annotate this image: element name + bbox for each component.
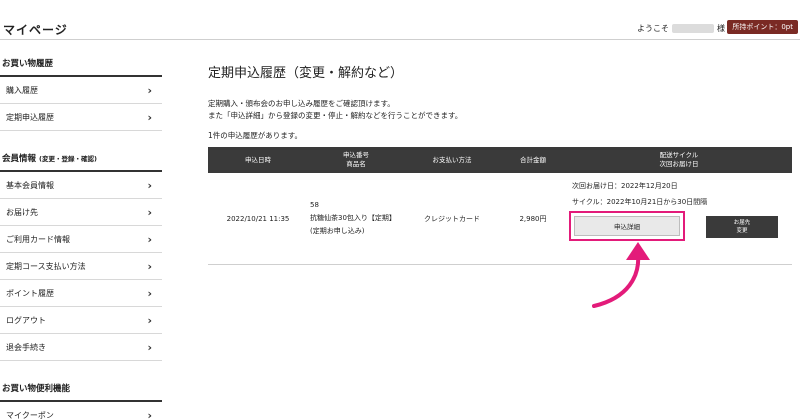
chevron-right-icon: › [147, 286, 152, 300]
user-name-blurred [672, 24, 714, 33]
sidebar-item-card-info[interactable]: ご利用カード情報 › [0, 226, 162, 253]
welcome-message: ようこそ 様 [637, 23, 725, 34]
table-row: 2022/10/21 11:35 58 抗糖仙茶30包入り【定期】 (定期お申し… [208, 173, 792, 265]
top-bar: マイページ ようこそ 様 所持ポイント：0pt [0, 0, 800, 40]
page-title: 定期申込履歴（変更・解約など） [208, 66, 404, 81]
sidebar-item-label: 定期申込履歴 [6, 112, 54, 122]
header-next-delivery: 次回お届け日 [659, 160, 699, 168]
header-product: 商品名 [346, 160, 366, 168]
points-badge[interactable]: 所持ポイント：0pt [727, 20, 798, 34]
change-address-label-1: お届先 [733, 220, 751, 226]
main-content: 定期申込履歴（変更・解約など） 定期購入・頒布会のお申し込み履歴をご確認頂けます… [208, 62, 792, 265]
chevron-right-icon: › [147, 205, 152, 219]
sidebar-item-basic-member-info[interactable]: 基本会員情報 › [0, 172, 162, 199]
subscription-history-table: 申込日時 申込番号 商品名 お支払い方法 合計金額 配送サイクル 次回お届け日 20… [208, 147, 792, 265]
row-date: 2022/10/21 11:35 [226, 214, 290, 223]
sidebar: お買い物履歴 購入履歴 › 定期申込履歴 › 会員情報 (変更・登録・確認) 基本会… [0, 48, 162, 420]
sidebar-item-subscription-history[interactable]: 定期申込履歴 › [0, 104, 162, 131]
sidebar-item-label: 退会手続き [6, 342, 46, 352]
welcome-prefix: ようこそ [637, 24, 669, 33]
sidebar-item-label: マイクーポン [6, 410, 54, 420]
table-header: 申込日時 申込番号 商品名 お支払い方法 合計金額 配送サイクル 次回お届け日 [208, 147, 792, 173]
sidebar-item-label: 購入履歴 [6, 85, 38, 95]
header-cycle-label: 配送サイクル [659, 151, 699, 159]
row-product-name: 抗糖仙茶30包入り【定期】 [310, 214, 396, 222]
sidebar-item-purchase-history[interactable]: 購入履歴 › [0, 77, 162, 104]
header-date: 申込日時 [245, 155, 271, 164]
change-address-label-2: 変更 [736, 228, 748, 234]
row-payment: クレジットカード [424, 214, 480, 223]
sidebar-item-label: ポイント履歴 [6, 288, 54, 298]
chevron-right-icon: › [147, 232, 152, 246]
row-order: 58 抗糖仙茶30包入り【定期】 (定期お申し込み) [308, 173, 404, 264]
order-detail-button[interactable]: 申込詳細 [574, 216, 680, 236]
section-subtitle: (変更・登録・確認) [38, 155, 97, 163]
chevron-right-icon: › [147, 340, 152, 354]
row-total: 2,980円 [519, 214, 547, 223]
row-order-no: 58 [310, 201, 319, 209]
row-delivery-cycle: サイクル：2022年10月21日から30日間隔 [572, 198, 708, 206]
sidebar-section-member-info: 会員情報 (変更・登録・確認) [0, 143, 162, 172]
pink-curved-arrow-icon [592, 242, 650, 308]
chevron-right-icon: › [147, 259, 152, 273]
chevron-right-icon: › [147, 178, 152, 192]
header-order-no: 申込番号 [343, 151, 369, 159]
header-cycle: 配送サイクル 次回お届け日 [566, 147, 792, 173]
sidebar-item-delivery-address[interactable]: お届け先 › [0, 199, 162, 226]
change-address-button[interactable]: お届先 変更 [706, 216, 778, 238]
header-total: 合計金額 [520, 155, 546, 164]
sidebar-item-label: 定期コース支払い方法 [6, 261, 86, 271]
sidebar-item-label: ご利用カード情報 [6, 234, 70, 244]
sidebar-item-withdrawal[interactable]: 退会手続き › [0, 334, 162, 361]
description-line-1: 定期購入・頒布会のお申し込み履歴をご確認頂けます。 [208, 99, 395, 108]
row-product-note: (定期お申し込み) [310, 227, 365, 235]
section-title-text: お買い物履歴 [2, 59, 54, 69]
history-count: 1件の申込履歴があります。 [208, 131, 303, 140]
row-next-delivery: 次回お届け日：2022年12月20日 [572, 182, 678, 190]
sidebar-item-label: お届け先 [6, 207, 38, 217]
welcome-suffix: 様 [717, 24, 725, 33]
sidebar-section-convenience: お買い物便利機能 [0, 373, 162, 402]
section-title-text: 会員情報 [2, 154, 37, 164]
description-line-2: また「申込詳細」から登録の変更・停止・解約などを行うことができます。 [208, 111, 463, 120]
page-header-title: マイページ [3, 23, 68, 37]
header-order: 申込番号 商品名 [308, 147, 404, 173]
sidebar-item-label: 基本会員情報 [6, 180, 54, 190]
sidebar-item-point-history[interactable]: ポイント履歴 › [0, 280, 162, 307]
header-payment: お支払い方法 [432, 155, 472, 164]
sidebar-item-logout[interactable]: ログアウト › [0, 307, 162, 334]
chevron-right-icon: › [147, 408, 152, 420]
chevron-right-icon: › [147, 83, 152, 97]
chevron-right-icon: › [147, 313, 152, 327]
chevron-right-icon: › [147, 110, 152, 124]
header-divider [0, 39, 800, 40]
sidebar-item-my-coupon[interactable]: マイクーポン › [0, 402, 162, 420]
sidebar-item-subscription-payment[interactable]: 定期コース支払い方法 › [0, 253, 162, 280]
sidebar-item-label: ログアウト [6, 315, 46, 325]
sidebar-section-shopping-history: お買い物履歴 [0, 48, 162, 77]
section-title-text: お買い物便利機能 [2, 384, 71, 394]
